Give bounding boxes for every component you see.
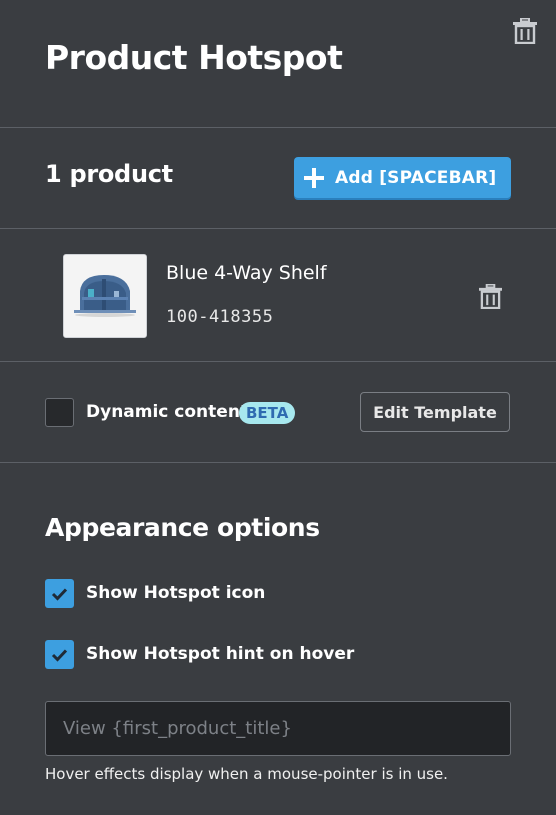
product-thumbnail bbox=[63, 254, 147, 338]
appearance-options-title: Appearance options bbox=[45, 513, 320, 542]
show-hotspot-icon-checkbox[interactable] bbox=[45, 579, 74, 608]
product-hotspot-panel: Product Hotspot 1 product Add [SPACEBAR]… bbox=[0, 0, 556, 815]
checkmark-icon bbox=[51, 587, 68, 601]
product-count: 1 product bbox=[45, 160, 173, 188]
divider bbox=[0, 127, 556, 128]
product-sku: 100-418355 bbox=[166, 307, 274, 327]
beta-badge: BETA bbox=[239, 402, 296, 424]
delete-hotspot-trash-icon[interactable] bbox=[513, 18, 537, 44]
show-hotspot-hint-checkbox[interactable] bbox=[45, 640, 74, 669]
page-title: Product Hotspot bbox=[45, 38, 343, 77]
add-product-button[interactable]: Add [SPACEBAR] bbox=[294, 157, 511, 198]
hover-effects-note: Hover effects display when a mouse-point… bbox=[45, 765, 448, 783]
checkmark-icon bbox=[51, 648, 68, 662]
edit-template-button[interactable]: Edit Template bbox=[360, 392, 510, 432]
divider bbox=[0, 361, 556, 362]
product-name[interactable]: Blue 4-Way Shelf bbox=[166, 262, 327, 284]
plus-icon bbox=[304, 167, 324, 188]
dynamic-content-label: Dynamic content bbox=[86, 402, 249, 422]
show-hotspot-hint-label: Show Hotspot hint on hover bbox=[86, 644, 355, 664]
hotspot-hint-input[interactable] bbox=[45, 701, 511, 756]
divider bbox=[0, 462, 556, 463]
add-product-label: Add [SPACEBAR] bbox=[335, 167, 497, 188]
remove-product-trash-icon[interactable] bbox=[479, 284, 502, 309]
dynamic-content-checkbox[interactable] bbox=[45, 398, 74, 427]
shelf-image bbox=[64, 255, 146, 337]
show-hotspot-icon-label: Show Hotspot icon bbox=[86, 583, 266, 603]
divider bbox=[0, 228, 556, 229]
